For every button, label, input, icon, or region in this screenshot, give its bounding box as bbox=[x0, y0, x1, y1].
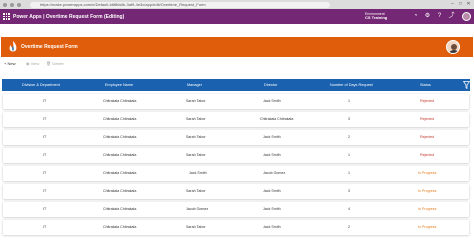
cell-days: 3 bbox=[348, 189, 350, 193]
table-row[interactable]: IT Chitrakala Chitrakala Sarah Tabor Jac… bbox=[3, 130, 469, 145]
cell-manager: Sarah Tabor bbox=[186, 117, 206, 121]
column-header[interactable]: Director bbox=[264, 79, 277, 91]
cell-manager: Sarah Tabor bbox=[186, 99, 206, 103]
bell-icon[interactable]: ◔ bbox=[412, 13, 419, 20]
environment-name: CS Training bbox=[365, 15, 388, 20]
gear-icon[interactable]: ⚙ bbox=[424, 13, 431, 20]
cell-status: Rejected bbox=[420, 135, 435, 139]
cell-division: IT bbox=[43, 207, 47, 211]
cell-director: Jack Smith bbox=[263, 207, 281, 211]
address-bar[interactable]: https://make.powerapps.com/e/Default-b6f… bbox=[30, 1, 330, 8]
cell-days: 2 bbox=[348, 135, 350, 139]
column-header[interactable]: Division & Department bbox=[22, 79, 60, 91]
cell-status: Rejected bbox=[420, 117, 435, 121]
share-icon[interactable]: ⤴ bbox=[448, 13, 455, 20]
view-label: View bbox=[30, 61, 40, 66]
cell-days: 1 bbox=[348, 153, 350, 157]
delete-label: Delete bbox=[52, 61, 64, 66]
cell-days: 3 bbox=[348, 117, 350, 121]
cell-employee: Chitrakala Chitrakala bbox=[103, 117, 137, 121]
browser-chrome: https://make.powerapps.com/e/Default-b6f… bbox=[0, 0, 474, 9]
cell-manager: Sarah Tabor bbox=[186, 225, 206, 229]
cell-status: In Progress bbox=[418, 189, 437, 193]
column-header[interactable]: Status bbox=[420, 79, 431, 91]
cell-employee: Chitrakala Chitrakala bbox=[103, 171, 137, 175]
cell-director: Jack Smith bbox=[263, 99, 281, 103]
cell-status: Rejected bbox=[420, 153, 435, 157]
cell-days: 1 bbox=[348, 171, 350, 175]
help-icon[interactable]: ? bbox=[436, 13, 443, 20]
cell-director: Jack Smith bbox=[263, 135, 281, 139]
profile-picture bbox=[446, 40, 460, 54]
cell-manager: Sarah Tabor bbox=[186, 189, 206, 193]
page-title: Overtime Request Form bbox=[21, 44, 78, 50]
cell-director: Jack Smith bbox=[263, 153, 281, 157]
cell-director: Chitrakala Chitrakala bbox=[260, 117, 294, 121]
new-button[interactable]: + New bbox=[4, 60, 15, 68]
table-row[interactable]: IT Chitrakala Chitrakala Jacob Gomez Jac… bbox=[3, 202, 469, 217]
cell-status: In Progress bbox=[418, 225, 437, 229]
column-header[interactable]: Number of Days Request bbox=[330, 79, 373, 91]
app-launcher-icon[interactable] bbox=[3, 13, 10, 20]
cell-manager: Jacob Gomez bbox=[186, 207, 209, 211]
cell-division: IT bbox=[43, 117, 47, 121]
form-header: Overtime Request Form bbox=[1, 37, 473, 57]
cell-employee: Chitrakala Chitrakala bbox=[103, 207, 137, 211]
table-header: Division & Department Employee Name Mana… bbox=[2, 79, 470, 91]
filter-icon[interactable] bbox=[463, 81, 470, 89]
cell-employee: Chitrakala Chitrakala bbox=[103, 135, 137, 139]
cell-division: IT bbox=[43, 171, 47, 175]
refresh-icon[interactable] bbox=[17, 2, 21, 7]
app-bar: Power Apps | Overtime Request Form (Edit… bbox=[0, 9, 474, 24]
environment-picker[interactable]: Environment CS Training bbox=[365, 12, 387, 21]
cell-status: In Progress bbox=[418, 207, 437, 211]
cell-director: Jack Smith bbox=[263, 189, 281, 193]
table-row[interactable]: IT Chitrakala Chitrakala Sarah Tabor Jac… bbox=[3, 184, 469, 199]
table-row[interactable]: IT Chitrakala Chitrakala Sarah Tabor Jac… bbox=[3, 94, 469, 109]
cell-employee: Chitrakala Chitrakala bbox=[103, 225, 137, 229]
app-title: Power Apps | Overtime Request Form (Edit… bbox=[13, 13, 125, 20]
view-button[interactable]: ◉ View bbox=[26, 60, 39, 68]
cell-director: Jacob Gomez bbox=[263, 171, 286, 175]
table-row[interactable]: IT Chitrakala Chitrakala Sarah Tabor Chi… bbox=[3, 112, 469, 127]
back-icon[interactable] bbox=[3, 2, 7, 7]
cell-employee: Chitrakala Chitrakala bbox=[103, 99, 137, 103]
table-row[interactable]: IT Chitrakala Chitrakala Sarah Tabor Jac… bbox=[3, 220, 469, 235]
cell-division: IT bbox=[43, 135, 47, 139]
app-logo-icon bbox=[9, 41, 17, 52]
maximize-icon[interactable]: □ bbox=[458, 2, 463, 7]
cell-division: IT bbox=[43, 99, 47, 103]
cell-days: 4 bbox=[348, 207, 350, 211]
table-row[interactable]: IT Chitrakala Chitrakala Jack Smith Jaco… bbox=[3, 166, 469, 181]
cell-manager: Sarah Tabor bbox=[186, 153, 206, 157]
forward-icon[interactable] bbox=[10, 2, 14, 7]
column-header[interactable]: Employee Name bbox=[105, 79, 133, 91]
user-avatar[interactable] bbox=[462, 12, 471, 21]
cell-status: In Progress bbox=[418, 171, 437, 175]
cell-status: Rejected bbox=[420, 99, 435, 103]
cell-employee: Chitrakala Chitrakala bbox=[103, 189, 137, 193]
cell-division: IT bbox=[43, 225, 47, 229]
cell-director: Jack Smith bbox=[263, 225, 281, 229]
close-icon[interactable]: ✕ bbox=[466, 2, 471, 7]
cell-days: 1 bbox=[348, 99, 350, 103]
new-label: New bbox=[7, 61, 16, 66]
cell-manager: Sarah Tabor bbox=[186, 135, 206, 139]
cell-manager: Jack Smith bbox=[189, 171, 207, 175]
cell-employee: Chitrakala Chitrakala bbox=[103, 153, 137, 157]
cell-division: IT bbox=[43, 189, 47, 193]
minimize-icon[interactable]: – bbox=[450, 2, 455, 7]
cell-division: IT bbox=[43, 153, 47, 157]
delete-button[interactable]: 🗑 Delete bbox=[46, 60, 64, 68]
cell-days: 2 bbox=[348, 225, 350, 229]
table-row[interactable]: IT Chitrakala Chitrakala Sarah Tabor Jac… bbox=[3, 148, 469, 163]
column-header[interactable]: Manager bbox=[187, 79, 202, 91]
